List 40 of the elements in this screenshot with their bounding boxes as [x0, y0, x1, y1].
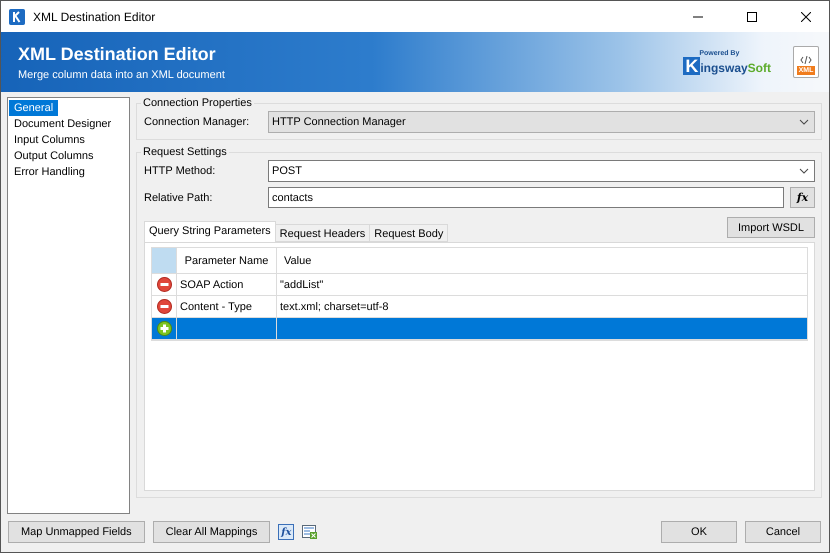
sidebar-item[interactable]: Error Handling	[9, 164, 90, 180]
tab[interactable]: Query String Parameters	[144, 221, 276, 242]
remove-icon[interactable]	[156, 299, 172, 314]
field-label: Relative Path:	[144, 192, 214, 204]
sidebar-item[interactable]: Document Designer	[9, 116, 116, 132]
tab[interactable]: Request Body	[369, 224, 448, 242]
logo-wordmark-accent: Soft	[748, 60, 771, 74]
field-label: Connection Manager:	[144, 116, 250, 128]
chevron-down-icon	[799, 168, 809, 174]
connection-dropdown[interactable]: HTTP Connection Manager	[268, 111, 815, 133]
sidebar-item[interactable]: Output Columns	[9, 148, 98, 164]
expression-button[interactable]: fx	[278, 524, 294, 540]
path-input[interactable]: contacts	[268, 187, 784, 208]
field-label: HTTP Method:	[144, 165, 216, 177]
app-icon	[9, 8, 25, 24]
method-dropdown[interactable]: POST	[268, 160, 815, 182]
table-cell: SOAP Action	[177, 274, 277, 296]
window-title: XML Destination Editor	[33, 10, 156, 24]
group-legend: Request Settings	[141, 146, 229, 158]
remove-icon[interactable]	[156, 277, 172, 292]
table-cell: Content - Type	[177, 296, 277, 318]
expression-button[interactable]: fx	[790, 187, 815, 208]
sidebar-item[interactable]: Input Columns	[9, 132, 90, 148]
group-legend: Connection Properties	[141, 97, 254, 109]
table-export-icon[interactable]	[302, 524, 318, 540]
tab[interactable]: Request Headers	[274, 224, 370, 242]
add-icon[interactable]	[156, 321, 172, 336]
banner-subtitle: Merge column data into an XML document	[18, 68, 226, 80]
import-wsdl-button[interactable]: Import WSDL	[726, 217, 815, 238]
ok-button[interactable]: OK	[661, 521, 737, 543]
chevron-down-icon	[799, 119, 809, 125]
logo-wordmark: ingsway	[700, 60, 748, 74]
cancel-button[interactable]: Cancel	[745, 521, 821, 543]
footer-button[interactable]: Clear All Mappings	[152, 521, 270, 543]
maximize-icon[interactable]	[747, 12, 757, 22]
logo-letter: K	[683, 56, 700, 74]
banner-title: XML Destination Editor	[18, 44, 217, 64]
close-icon[interactable]	[801, 12, 811, 22]
footer-button[interactable]: Map Unmapped Fields	[8, 521, 145, 543]
sidebar-item[interactable]: General	[9, 100, 58, 116]
